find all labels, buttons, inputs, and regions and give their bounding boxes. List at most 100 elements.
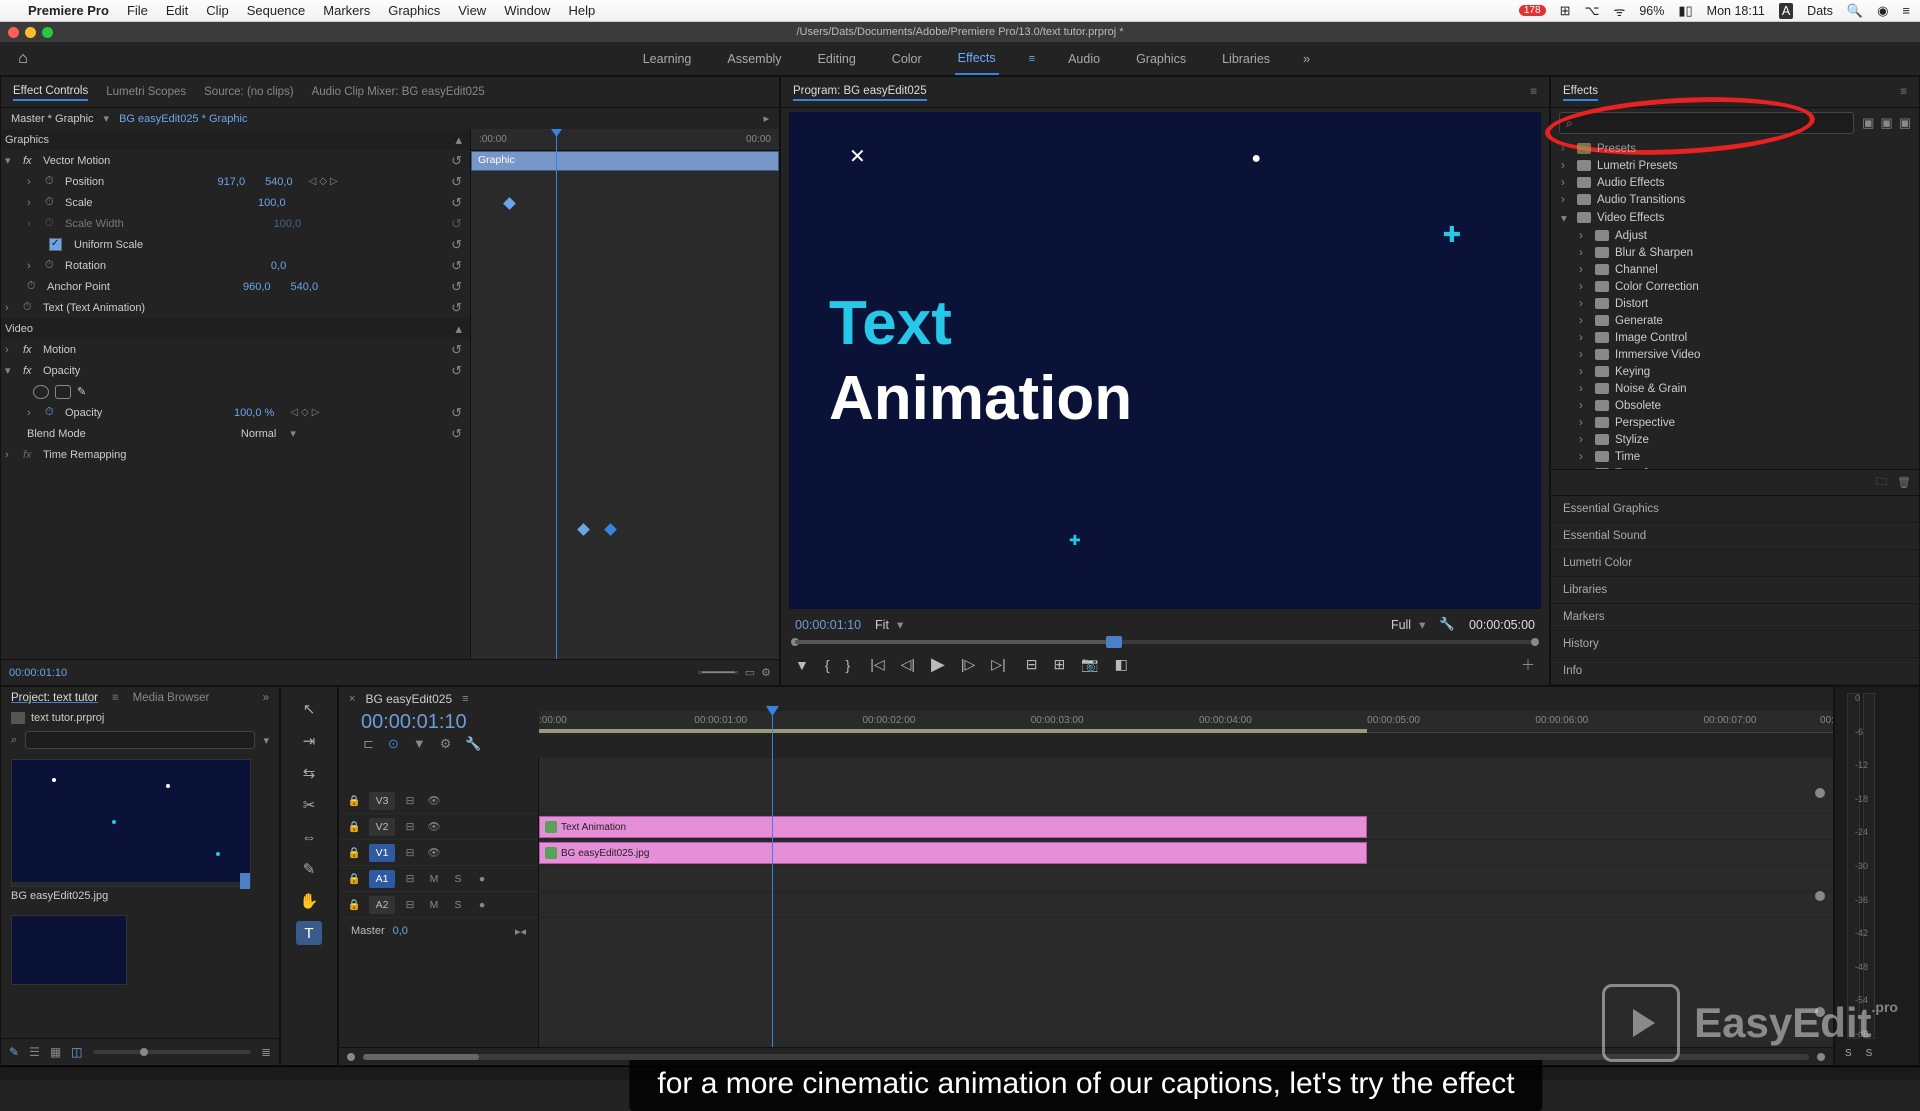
- chevron-down-icon[interactable]: ▾: [104, 112, 110, 125]
- fx-keying[interactable]: Keying: [1615, 366, 1650, 378]
- fx-presets[interactable]: Presets: [1597, 143, 1636, 155]
- button-editor-icon[interactable]: ＋: [1521, 655, 1535, 675]
- reset-icon[interactable]: ↺: [451, 363, 462, 379]
- fx-blur[interactable]: Blur & Sharpen: [1615, 247, 1693, 259]
- workspace-learning[interactable]: Learning: [640, 44, 695, 74]
- fx-distort[interactable]: Distort: [1615, 298, 1648, 310]
- eye-icon[interactable]: 👁: [425, 794, 443, 807]
- fx-noise[interactable]: Noise & Grain: [1615, 383, 1687, 395]
- write-icon[interactable]: ✎: [9, 1045, 19, 1059]
- tab-audio-clip-mixer[interactable]: Audio Clip Mixer: BG easyEdit025: [312, 84, 485, 100]
- track-a2[interactable]: A2: [369, 896, 395, 914]
- ec-pos-y[interactable]: 540,0: [265, 176, 293, 188]
- tab-media-browser[interactable]: Media Browser: [133, 692, 210, 704]
- ec-blend-value[interactable]: Normal: [241, 428, 276, 440]
- tab-project[interactable]: Project: text tutor: [11, 692, 98, 704]
- reset-icon[interactable]: ↺: [451, 342, 462, 358]
- timeline-timecode[interactable]: 00:00:01:10: [351, 711, 527, 734]
- ec-opacity-v[interactable]: 100,0 %: [234, 407, 274, 419]
- add-keyframe-icon[interactable]: ◇: [319, 176, 327, 187]
- program-scrubber[interactable]: [781, 636, 1549, 644]
- username[interactable]: Dats: [1807, 4, 1833, 18]
- workspace-graphics[interactable]: Graphics: [1133, 44, 1189, 74]
- project-item[interactable]: BG easyEdit025.jpg: [11, 759, 251, 905]
- mute-icon[interactable]: M: [425, 873, 443, 885]
- bluetooth-icon[interactable]: ⌥: [1584, 3, 1599, 19]
- record-icon[interactable]: ●: [473, 873, 491, 885]
- fx-lumetri-presets[interactable]: Lumetri Presets: [1597, 160, 1678, 172]
- ec-scale-v[interactable]: 100,0: [258, 197, 286, 209]
- effects-tree[interactable]: ›Presets ›Lumetri Presets ›Audio Effects…: [1551, 138, 1919, 469]
- razor-tool[interactable]: ✂: [296, 793, 322, 817]
- linked-selection-icon[interactable]: ⊙: [388, 736, 399, 752]
- fx-audio-transitions[interactable]: Audio Transitions: [1597, 194, 1685, 206]
- menu-view[interactable]: View: [458, 3, 486, 18]
- wifi-icon[interactable]: ᯤ: [1613, 2, 1625, 20]
- prev-keyframe-icon[interactable]: ◁: [309, 176, 317, 187]
- menu-file[interactable]: File: [127, 3, 148, 18]
- fx-badge-icon[interactable]: fx: [23, 344, 37, 356]
- workspace-libraries[interactable]: Libraries: [1219, 44, 1273, 74]
- yuv-icon[interactable]: ▣: [1899, 115, 1911, 131]
- chevron-down-icon[interactable]: ▾: [5, 154, 17, 167]
- zoom-fit-dropdown[interactable]: Fit: [875, 617, 903, 632]
- icon-view-icon[interactable]: ▦: [50, 1045, 61, 1059]
- menu-sequence[interactable]: Sequence: [247, 3, 306, 18]
- clip-text-animation[interactable]: Text Animation: [539, 816, 1367, 838]
- siri-icon[interactable]: ◉: [1877, 3, 1888, 19]
- battery-icon[interactable]: ▮▯: [1678, 3, 1692, 19]
- wrench-icon[interactable]: 🔧: [465, 736, 481, 752]
- workspace-effects[interactable]: Effects: [955, 43, 999, 75]
- fx-stylize[interactable]: Stylize: [1615, 434, 1649, 446]
- project-search-input[interactable]: [25, 731, 255, 749]
- workspace-menu-icon[interactable]: ≡: [1029, 53, 1035, 65]
- reset-icon[interactable]: ↺: [451, 258, 462, 274]
- program-canvas[interactable]: Text Animation ✕ ● ✚ ✚: [789, 112, 1541, 609]
- step-back-icon[interactable]: ◁|: [901, 656, 915, 673]
- ec-rot-v[interactable]: 0,0: [271, 260, 286, 272]
- workspace-audio[interactable]: Audio: [1065, 44, 1103, 74]
- fx-generate[interactable]: Generate: [1615, 315, 1663, 327]
- timeline-ruler[interactable]: :00:00 00:00:01:00 00:00:02:00 00:00:03:…: [539, 711, 1833, 733]
- ec-motion[interactable]: Motion: [43, 344, 76, 356]
- export-frame-icon[interactable]: 📷: [1081, 656, 1098, 673]
- project-item[interactable]: [11, 915, 127, 985]
- keyframe-diamond[interactable]: [503, 197, 516, 210]
- ec-time-remap[interactable]: Time Remapping: [43, 449, 126, 461]
- menu-graphics[interactable]: Graphics: [388, 3, 440, 18]
- ec-ap-y[interactable]: 540,0: [291, 281, 319, 293]
- overflow-icon[interactable]: »: [263, 692, 269, 704]
- sequence-name[interactable]: BG easyEdit025: [365, 692, 452, 706]
- reset-icon[interactable]: ↺: [451, 426, 462, 442]
- ec-graphics-header[interactable]: Graphics: [5, 134, 49, 146]
- extract-icon[interactable]: ⊞: [1053, 656, 1065, 673]
- reset-icon[interactable]: ↺: [451, 405, 462, 421]
- effects-search-input[interactable]: [1559, 112, 1854, 134]
- lock-icon[interactable]: 🔒: [345, 794, 363, 807]
- step-forward-icon[interactable]: |▷: [961, 656, 975, 673]
- accelerated-icon[interactable]: ▣: [1862, 115, 1874, 131]
- fx-channel[interactable]: Channel: [1615, 264, 1658, 276]
- track-v3[interactable]: V3: [369, 792, 395, 810]
- filter-icon[interactable]: ▾: [263, 734, 269, 747]
- fx-audio-effects[interactable]: Audio Effects: [1597, 177, 1665, 189]
- pen-tool[interactable]: ✎: [296, 857, 322, 881]
- track-v1[interactable]: V1: [369, 844, 395, 862]
- marker-icon[interactable]: ▼: [413, 736, 426, 752]
- stopwatch-icon[interactable]: ⏱: [45, 259, 59, 272]
- timeline-playhead[interactable]: [772, 706, 773, 1047]
- zoom-out-icon[interactable]: ◦━━━━━◦: [698, 666, 739, 679]
- fx-time[interactable]: Time: [1615, 451, 1640, 463]
- tab-effect-controls[interactable]: Effect Controls: [13, 83, 88, 101]
- lift-icon[interactable]: ⊟: [1026, 656, 1038, 673]
- stopwatch-icon[interactable]: ⏱: [27, 280, 41, 293]
- mark-out-icon[interactable]: }: [846, 657, 851, 673]
- track-v2[interactable]: V2: [369, 818, 395, 836]
- notification-center-icon[interactable]: ≡: [1902, 3, 1910, 18]
- menu-window[interactable]: Window: [504, 3, 550, 18]
- play-only-icon[interactable]: ▸: [763, 112, 769, 125]
- comparison-icon[interactable]: ◧: [1115, 656, 1128, 673]
- reset-icon[interactable]: ↺: [451, 279, 462, 295]
- input-source-icon[interactable]: A: [1779, 3, 1793, 19]
- reset-icon[interactable]: ↺: [451, 237, 462, 253]
